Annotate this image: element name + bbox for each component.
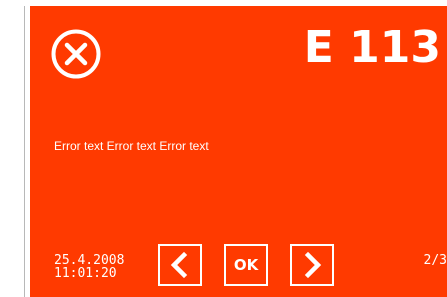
timestamp: 25.4.2008 11:01:20 (54, 254, 124, 280)
error-message: Error text Error text Error text (54, 139, 209, 153)
error-circle-x-icon (51, 29, 101, 79)
window-edge-divider (24, 6, 25, 297)
chevron-left-icon (170, 251, 188, 279)
error-code: E 113 (303, 22, 441, 73)
previous-button[interactable] (158, 244, 202, 286)
timestamp-time: 11:01:20 (54, 266, 117, 281)
error-panel: E 113 Error text Error text Error text 2… (30, 6, 447, 297)
page-indicator: 2/3 (423, 253, 447, 268)
next-button[interactable] (290, 244, 334, 286)
screen: E 113 Error text Error text Error text 2… (0, 0, 447, 297)
chevron-right-icon (304, 251, 322, 279)
ok-button[interactable]: OK (224, 244, 268, 286)
ok-button-label: OK (233, 256, 259, 274)
